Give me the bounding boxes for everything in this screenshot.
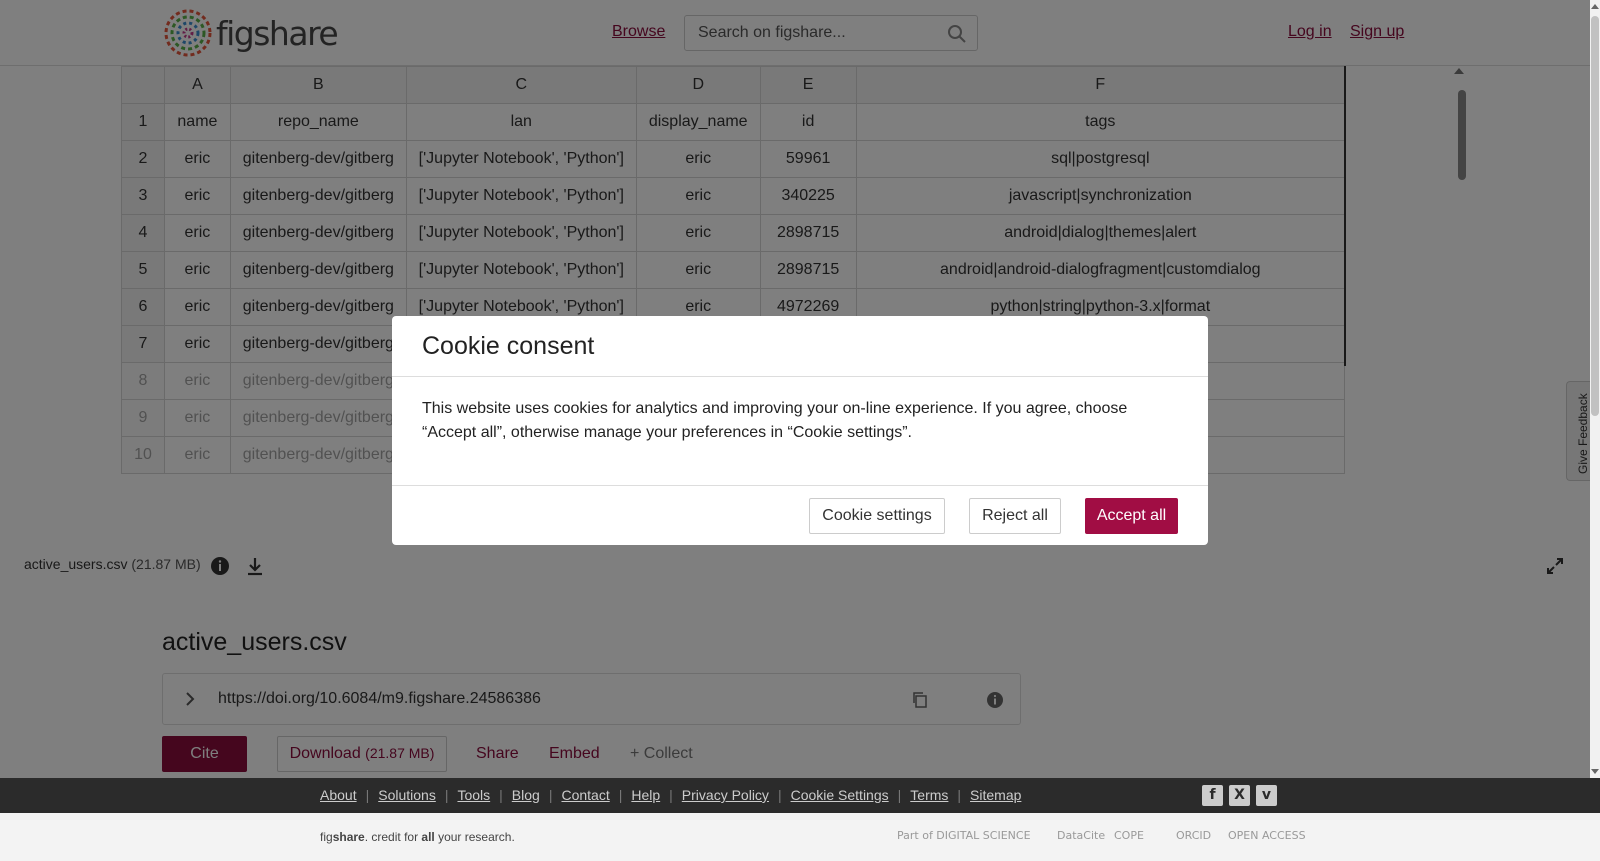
tagline-part: your research. xyxy=(434,830,515,844)
footer-separator: | xyxy=(957,787,962,803)
page-scrollbar[interactable] xyxy=(1590,0,1600,778)
footer-separator: | xyxy=(499,787,503,803)
footer-link[interactable]: Privacy Policy xyxy=(682,787,769,803)
footer-link[interactable]: Help xyxy=(631,787,660,803)
footer-link[interactable]: About xyxy=(320,787,357,803)
cookie-consent-dialog: Cookie consent This website uses cookies… xyxy=(392,316,1208,545)
tagline-part: share xyxy=(332,830,365,844)
footer-separator: | xyxy=(897,787,902,803)
footer-link[interactable]: Terms xyxy=(910,787,948,803)
footer-separator: | xyxy=(777,787,782,803)
cookie-dialog-title: Cookie consent xyxy=(422,332,595,360)
footer-separator: | xyxy=(365,787,370,803)
footer-link[interactable]: Cookie Settings xyxy=(791,787,889,803)
footer-link[interactable]: Blog xyxy=(512,787,540,803)
tagline-part: all xyxy=(421,830,435,844)
divider xyxy=(392,485,1208,486)
divider xyxy=(392,376,1208,377)
datacite-logo[interactable]: DataCite xyxy=(1057,829,1105,842)
footer-separator: | xyxy=(548,787,553,803)
tagline-part: . credit for xyxy=(364,830,422,844)
footer-link[interactable]: Contact xyxy=(561,787,609,803)
footer-bottom: figshare. credit for all your research. … xyxy=(0,813,1600,861)
footer-link[interactable]: Sitemap xyxy=(970,787,1021,803)
cookie-dialog-body: This website uses cookies for analytics … xyxy=(422,400,1128,441)
footer-separator: | xyxy=(669,787,673,803)
open-access-logo[interactable]: OPEN ACCESS xyxy=(1228,829,1306,842)
footer-link[interactable]: Tools xyxy=(457,787,490,803)
footer-separator: | xyxy=(618,787,623,803)
tagline-part: fig xyxy=(320,830,333,844)
cope-logo[interactable]: COPE xyxy=(1114,829,1144,842)
footer-tagline: figshare. credit for all your research. xyxy=(320,830,515,844)
orcid-logo[interactable]: ORCID xyxy=(1176,829,1211,842)
facebook-icon[interactable]: f xyxy=(1202,785,1223,806)
x-twitter-icon[interactable]: X xyxy=(1229,785,1250,806)
footer-separator: | xyxy=(444,787,449,803)
footer-link[interactable]: Solutions xyxy=(378,787,436,803)
cookie-settings-button[interactable]: Cookie settings xyxy=(809,498,945,534)
digital-science-logo[interactable]: Part of DIGITAL SCIENCE xyxy=(897,829,1031,842)
reject-all-button[interactable]: Reject all xyxy=(969,498,1061,534)
vimeo-icon[interactable]: v xyxy=(1256,785,1277,806)
footer-links: About | Solutions | Tools | Blog | Contact | Help |… xyxy=(320,787,1021,803)
footer-nav: About | Solutions | Tools | Blog | Contact | Help |… xyxy=(0,778,1600,813)
accept-all-button[interactable]: Accept all xyxy=(1085,498,1178,534)
